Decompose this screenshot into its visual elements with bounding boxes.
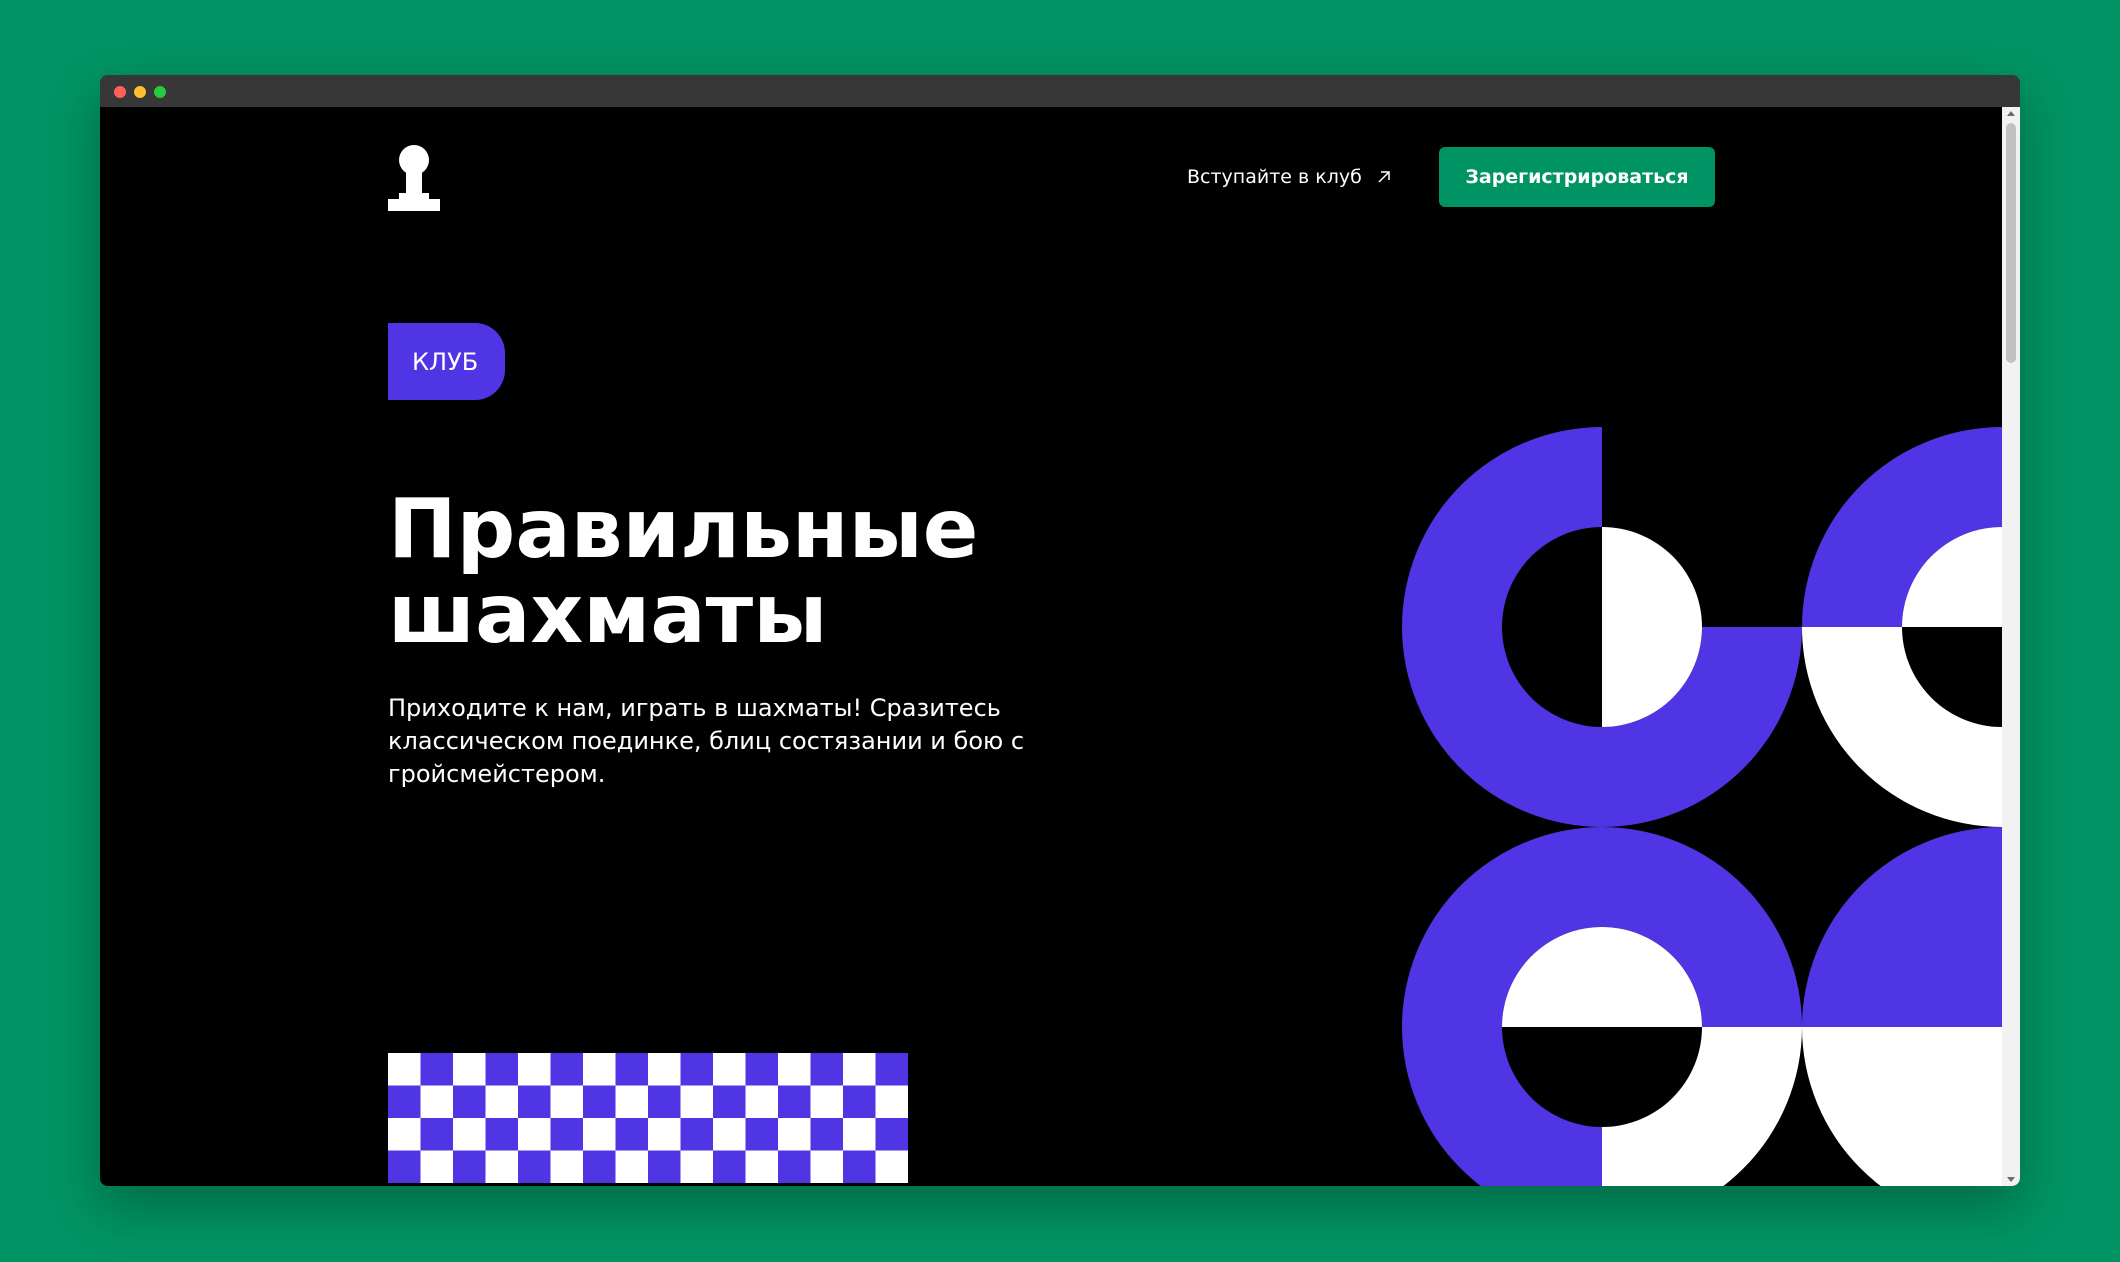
club-badge: КЛУБ <box>388 323 505 400</box>
scroll-down-icon[interactable] <box>2007 1177 2015 1182</box>
checker-cell <box>745 1118 778 1151</box>
minimize-window-button[interactable] <box>134 86 146 98</box>
browser-window: Вступайте в клуб Зарегистрироваться КЛУБ… <box>100 75 2020 1186</box>
checker-cell <box>648 1150 681 1183</box>
checker-cell <box>875 1053 908 1086</box>
checker-cell <box>745 1150 778 1183</box>
ring-top-right <box>1802 427 2002 827</box>
close-window-button[interactable] <box>114 86 126 98</box>
checker-cell <box>778 1085 811 1118</box>
scrollbar-thumb[interactable] <box>2006 123 2016 363</box>
checker-cell <box>843 1053 876 1086</box>
checker-cell <box>518 1053 551 1086</box>
checker-cell <box>453 1118 486 1151</box>
checker-cell <box>810 1053 843 1086</box>
checker-cell <box>843 1118 876 1151</box>
checker-cell <box>518 1150 551 1183</box>
checker-cell <box>875 1085 908 1118</box>
page-title: Правильные шахматы <box>388 487 978 657</box>
checker-cell <box>843 1150 876 1183</box>
checker-cell <box>713 1118 746 1151</box>
checker-cell <box>485 1150 518 1183</box>
checker-cell <box>713 1150 746 1183</box>
checker-cell <box>453 1085 486 1118</box>
checker-cell <box>583 1085 616 1118</box>
checker-cell <box>485 1053 518 1086</box>
scroll-up-icon[interactable] <box>2007 111 2015 116</box>
checker-cell <box>485 1085 518 1118</box>
join-club-link-label: Вступайте в клуб <box>1187 166 1362 188</box>
ring-bottom-left <box>1402 827 1802 1186</box>
checker-cell <box>550 1085 583 1118</box>
checker-cell <box>875 1150 908 1183</box>
checker-cell <box>875 1118 908 1151</box>
register-button[interactable]: Зарегистрироваться <box>1439 147 1715 207</box>
checker-cell <box>648 1118 681 1151</box>
checker-cell <box>550 1118 583 1151</box>
checker-cell <box>453 1053 486 1086</box>
checker-cell <box>745 1085 778 1118</box>
checker-cell <box>810 1150 843 1183</box>
ring-top-left <box>1402 427 1802 827</box>
checker-cell <box>615 1053 648 1086</box>
ring-bottom-right <box>1802 827 2002 1186</box>
checker-cell <box>583 1150 616 1183</box>
checker-cell <box>648 1053 681 1086</box>
page-title-line-1: Правильные <box>388 482 979 577</box>
maximize-window-button[interactable] <box>154 86 166 98</box>
checker-cell <box>648 1085 681 1118</box>
checker-cell <box>388 1085 421 1118</box>
checker-cell <box>745 1053 778 1086</box>
checker-cell <box>583 1053 616 1086</box>
checker-cell <box>550 1150 583 1183</box>
checker-cell <box>778 1053 811 1086</box>
checker-cell <box>420 1085 453 1118</box>
checker-cell <box>615 1085 648 1118</box>
hero-description: Приходите к нам, играть в шахматы! Срази… <box>388 694 1025 788</box>
arrow-up-right-icon <box>1378 171 1390 183</box>
checker-cell <box>420 1118 453 1151</box>
page-viewport: Вступайте в клуб Зарегистрироваться КЛУБ… <box>100 107 2002 1186</box>
checker-cell <box>420 1053 453 1086</box>
checkerboard-pattern <box>388 1053 908 1183</box>
checker-cell <box>680 1053 713 1086</box>
chess-pawn-icon[interactable] <box>388 145 440 211</box>
checker-cell <box>388 1118 421 1151</box>
checker-cell <box>518 1118 551 1151</box>
checker-cell <box>485 1118 518 1151</box>
window-titlebar <box>100 75 2020 107</box>
join-club-link[interactable]: Вступайте в клуб <box>1187 159 1392 195</box>
checker-cell <box>453 1150 486 1183</box>
checker-cell <box>778 1150 811 1183</box>
checker-cell <box>680 1150 713 1183</box>
page-title-line-2: шахматы <box>388 567 828 662</box>
checker-cell <box>810 1118 843 1151</box>
checker-cell <box>550 1053 583 1086</box>
checker-cell <box>615 1118 648 1151</box>
decorative-circle-shapes <box>1402 427 2002 1186</box>
checker-cell <box>778 1118 811 1151</box>
checker-cell <box>518 1085 551 1118</box>
checker-cell <box>388 1150 421 1183</box>
checker-cell <box>420 1150 453 1183</box>
vertical-scrollbar[interactable] <box>2002 107 2020 1186</box>
checker-cell <box>388 1053 421 1086</box>
checker-cell <box>615 1150 648 1183</box>
checker-cell <box>680 1085 713 1118</box>
checker-cell <box>583 1118 616 1151</box>
checker-cell <box>680 1118 713 1151</box>
checker-cell <box>843 1085 876 1118</box>
checker-cell <box>810 1085 843 1118</box>
checker-cell <box>713 1085 746 1118</box>
checker-cell <box>713 1053 746 1086</box>
